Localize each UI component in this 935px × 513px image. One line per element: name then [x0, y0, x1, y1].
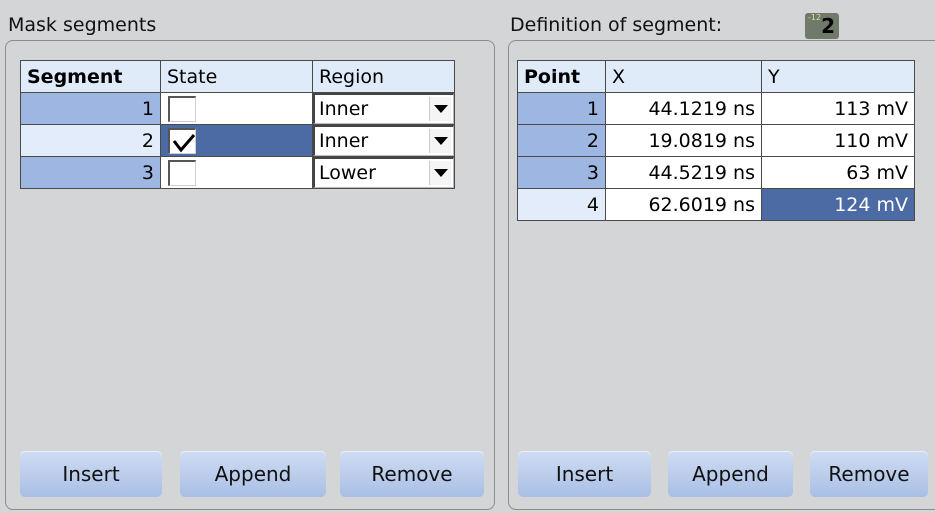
table-header-row: Point X Y [517, 60, 915, 93]
region-dropdown[interactable]: Lower [313, 157, 454, 188]
chevron-down-icon[interactable] [429, 129, 451, 153]
point-x-value[interactable]: 19.0819 ns [605, 124, 762, 157]
column-header-point[interactable]: Point [517, 60, 606, 93]
point-remove-button[interactable]: Remove [810, 451, 928, 497]
point-insert-button[interactable]: Insert [518, 451, 651, 497]
point-append-button[interactable]: Append [668, 451, 793, 497]
chevron-down-icon[interactable] [429, 161, 451, 185]
column-header-state[interactable]: State [160, 60, 313, 93]
chevron-down-icon[interactable] [429, 97, 451, 121]
table-row[interactable]: 3 Lower [20, 156, 455, 189]
point-x-value[interactable]: 44.5219 ns [605, 156, 762, 189]
table-row[interactable]: 2 Inner [20, 124, 455, 157]
mask-segments-table: Segment State Region 1 Inner 2 Inner 3 L… [20, 60, 455, 189]
region-cell[interactable]: Lower [312, 156, 455, 189]
table-row[interactable]: 1 Inner [20, 92, 455, 125]
region-value: Lower [319, 162, 376, 184]
table-row[interactable]: 2 19.0819 ns 110 mV [517, 124, 915, 157]
state-checkbox[interactable] [168, 160, 196, 186]
table-row[interactable]: 3 44.5219 ns 63 mV [517, 156, 915, 189]
point-number[interactable]: 3 [517, 156, 606, 189]
point-y-value[interactable]: 124 mV [761, 188, 915, 221]
mask-segments-title: Mask segments [8, 14, 157, 36]
point-number[interactable]: 1 [517, 92, 606, 125]
region-dropdown[interactable]: Inner [313, 125, 454, 156]
segment-selector[interactable]: -12 2 [805, 13, 839, 39]
segment-append-button[interactable]: Append [180, 451, 326, 497]
segment-insert-button[interactable]: Insert [20, 451, 162, 497]
region-dropdown[interactable]: Inner [313, 93, 454, 124]
point-y-value[interactable]: 113 mV [761, 92, 915, 125]
segment-definition-title: Definition of segment: [510, 14, 723, 36]
segment-points-table: Point X Y 1 44.1219 ns 113 mV 2 19.0819 … [517, 60, 915, 221]
segment-number[interactable]: 3 [20, 156, 161, 189]
column-header-region[interactable]: Region [312, 60, 455, 93]
segment-selector-value: 2 [821, 14, 835, 38]
checkmark-icon [172, 134, 196, 153]
table-row[interactable]: 4 62.6019 ns 124 mV [517, 188, 915, 221]
state-checkbox[interactable] [168, 96, 196, 122]
segment-remove-button[interactable]: Remove [340, 451, 484, 497]
region-value: Inner [319, 98, 369, 120]
state-cell[interactable] [160, 124, 313, 157]
point-number[interactable]: 2 [517, 124, 606, 157]
point-x-value[interactable]: 44.1219 ns [605, 92, 762, 125]
state-checkbox[interactable] [168, 128, 196, 154]
point-x-value[interactable]: 62.6019 ns [605, 188, 762, 221]
column-header-segment[interactable]: Segment [20, 60, 161, 93]
table-header-row: Segment State Region [20, 60, 455, 93]
segment-mini-label: -12 [808, 13, 822, 22]
segment-number[interactable]: 2 [20, 124, 161, 157]
region-cell[interactable]: Inner [312, 124, 455, 157]
column-header-x[interactable]: X [605, 60, 762, 93]
point-y-value[interactable]: 110 mV [761, 124, 915, 157]
segment-number[interactable]: 1 [20, 92, 161, 125]
table-row[interactable]: 1 44.1219 ns 113 mV [517, 92, 915, 125]
region-value: Inner [319, 130, 369, 152]
point-y-value[interactable]: 63 mV [761, 156, 915, 189]
state-cell[interactable] [160, 92, 313, 125]
region-cell[interactable]: Inner [312, 92, 455, 125]
column-header-y[interactable]: Y [761, 60, 915, 93]
point-number[interactable]: 4 [517, 188, 606, 221]
state-cell[interactable] [160, 156, 313, 189]
